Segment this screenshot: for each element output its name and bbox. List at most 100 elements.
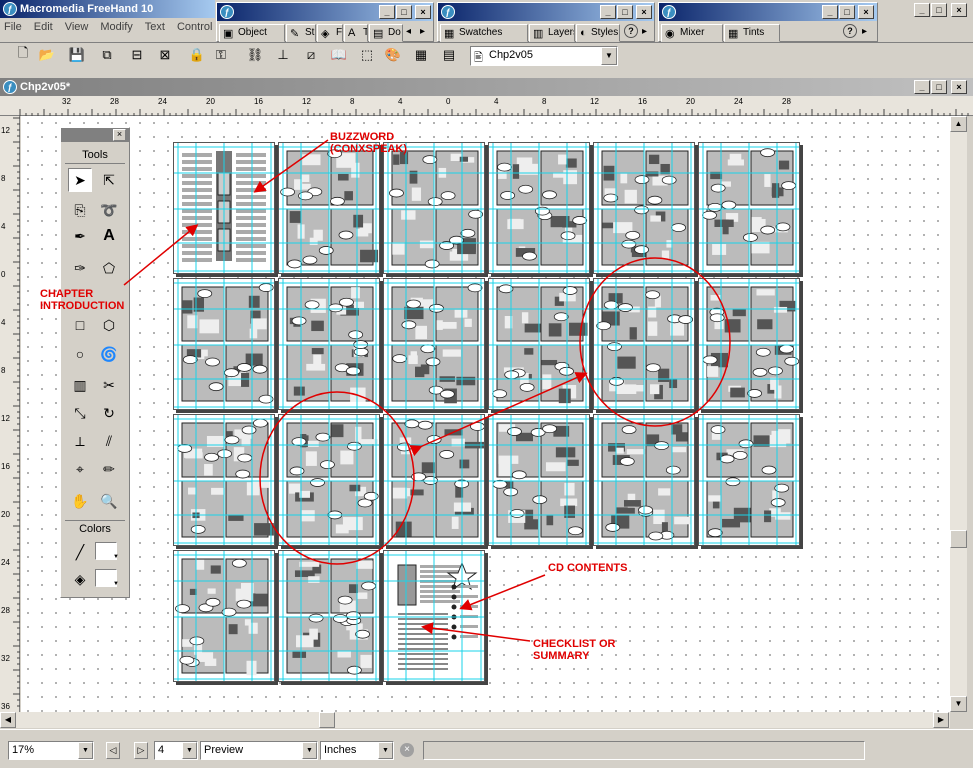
panel-menu-icon[interactable]: ▸ xyxy=(862,26,867,37)
vertical-scroll-thumb[interactable] xyxy=(950,530,967,548)
rotate-tool-icon[interactable]: ↻ xyxy=(97,401,121,425)
knife-tool-icon[interactable]: ✂ xyxy=(97,373,121,397)
maximize-icon[interactable]: □ xyxy=(617,5,633,19)
tab-document[interactable]: ▤ Do xyxy=(369,24,403,42)
page-thumbnail[interactable] xyxy=(593,278,695,410)
pointer-tool-icon[interactable]: ➤ xyxy=(68,168,92,192)
tab-fill[interactable]: ◈Fi xyxy=(317,24,343,42)
reflect-tool-icon[interactable]: ⟂ xyxy=(68,429,92,453)
tab-object[interactable]: ▣ Object xyxy=(219,24,285,42)
lock-icon[interactable]: 🔒 xyxy=(186,44,208,66)
next-page-icon[interactable]: ▷ xyxy=(134,742,148,759)
page-thumbnail[interactable] xyxy=(488,414,590,546)
view-mode-select[interactable]: Preview ▼ xyxy=(200,741,318,760)
doc-maximize-icon[interactable]: □ xyxy=(931,80,947,94)
page-thumbnail[interactable] xyxy=(488,142,590,274)
horizontal-scroll-thumb[interactable] xyxy=(319,712,335,728)
scroll-down-icon[interactable]: ▼ xyxy=(950,696,967,712)
page-tool-icon[interactable]: ⎘ xyxy=(68,198,92,222)
menu-edit[interactable]: Edit xyxy=(34,21,53,33)
export-icon[interactable]: ⊟ xyxy=(126,44,148,66)
new-document-icon[interactable]: 🗋 xyxy=(12,44,34,66)
page-thumbnail[interactable] xyxy=(278,414,380,546)
help-icon[interactable]: ? xyxy=(843,24,857,38)
text-tool-icon[interactable]: A xyxy=(97,224,121,248)
units-select[interactable]: Inches ▼ xyxy=(320,741,394,760)
scroll-left-icon[interactable]: ◀ xyxy=(0,712,16,728)
gradient-tool-icon[interactable]: ▥ xyxy=(68,373,92,397)
close-icon[interactable]: × xyxy=(858,5,874,19)
tab-mixer[interactable]: ◉ Mixer xyxy=(661,24,723,42)
subselect-tool-icon[interactable]: ⇱ xyxy=(97,168,121,192)
chevron-down-icon[interactable]: ▼ xyxy=(78,742,93,759)
page-thumbnail[interactable] xyxy=(488,278,590,410)
import-icon[interactable]: ⧉ xyxy=(96,44,118,66)
swatches-toolbar-icon[interactable]: ▦ xyxy=(410,44,432,66)
doc-close-icon[interactable]: × xyxy=(951,80,967,94)
help-icon[interactable]: ? xyxy=(624,24,638,38)
page-thumbnail[interactable] xyxy=(278,550,380,682)
polygon-tool-icon[interactable]: ⬡ xyxy=(97,313,121,337)
tab-stroke[interactable]: ✎ St xyxy=(286,24,316,42)
page-thumbnail[interactable] xyxy=(383,550,485,682)
save-icon[interactable]: 💾 xyxy=(66,44,88,66)
page-thumbnail[interactable] xyxy=(383,278,485,410)
close-icon[interactable]: × xyxy=(415,5,431,19)
page-thumbnail[interactable] xyxy=(698,278,800,410)
bezigon-tool-icon[interactable]: ⬠ xyxy=(97,256,121,280)
app-title-bar[interactable]: ƒ Macromedia FreeHand 10 xyxy=(0,0,215,18)
app-close-icon[interactable]: × xyxy=(951,3,967,17)
tab-layers[interactable]: ▥Layers xyxy=(529,24,575,42)
maximize-icon[interactable]: □ xyxy=(396,5,412,19)
document-title-bar[interactable]: ƒ Chp2v05* xyxy=(0,78,973,96)
eyedropper-tool-icon[interactable]: ✒ xyxy=(68,224,92,248)
page-select[interactable]: 4 ▼ xyxy=(154,741,198,760)
app-minimize-icon[interactable]: _ xyxy=(914,3,930,17)
menu-view[interactable]: View xyxy=(65,21,89,33)
tab-scroll-left-icon[interactable]: ◂ xyxy=(406,26,411,37)
vertical-scrollbar[interactable]: ▲ ▼ xyxy=(950,116,967,712)
tab-text[interactable]: AT xyxy=(344,24,368,42)
previous-page-icon[interactable]: ◁ xyxy=(106,742,120,759)
chevron-down-icon[interactable]: ▼ xyxy=(113,554,119,560)
page-thumbnail[interactable] xyxy=(383,142,485,274)
close-icon[interactable]: × xyxy=(636,5,652,19)
lasso-tool-icon[interactable]: ➰ xyxy=(97,198,121,222)
page-thumbnail[interactable] xyxy=(173,142,275,274)
tab-scroll-right-icon[interactable]: ▸ xyxy=(420,26,425,37)
page-thumbnail[interactable] xyxy=(698,414,800,546)
panel-menu-icon[interactable]: ▸ xyxy=(642,26,647,37)
close-icon[interactable]: × xyxy=(113,129,126,141)
page-thumbnail[interactable] xyxy=(173,278,275,410)
chevron-down-icon[interactable]: ▼ xyxy=(378,742,393,759)
skew-tool-icon[interactable]: ⫽ xyxy=(97,429,121,453)
tab-tints[interactable]: ▦ Tints xyxy=(724,24,780,42)
menu-file[interactable]: File xyxy=(4,21,22,33)
scale-tool-icon[interactable]: ⤡ xyxy=(68,401,92,425)
tints-toolbar-icon[interactable]: ▤ xyxy=(438,44,460,66)
page-thumbnail[interactable] xyxy=(278,142,380,274)
page-thumbnail[interactable] xyxy=(593,414,695,546)
top-ruler[interactable]: 32 28 24 20 16 12 8 4 0 4 8 12 16 20 24 28 xyxy=(0,96,973,116)
tab-styles[interactable]: ◐ Styles xyxy=(576,24,620,42)
menu-control[interactable]: Control xyxy=(177,21,212,33)
page-thumbnail[interactable] xyxy=(698,142,800,274)
pen-tool-icon[interactable]: ✑ xyxy=(68,256,92,280)
scroll-up-icon[interactable]: ▲ xyxy=(950,116,967,132)
stop-render-icon[interactable]: × xyxy=(400,743,414,757)
transform-icon[interactable]: ⧄ xyxy=(300,44,322,66)
chevron-down-icon[interactable]: ▼ xyxy=(113,581,119,587)
symbols-icon[interactable]: ⬚ xyxy=(356,44,378,66)
link-icon[interactable]: ⛓ xyxy=(244,44,266,66)
publish-icon[interactable]: ⊠ xyxy=(154,44,176,66)
zoom-select[interactable]: 17% ▼ xyxy=(8,741,94,760)
color-palette-icon[interactable]: 🎨 xyxy=(382,44,404,66)
align-icon[interactable]: ⊥ xyxy=(272,44,294,66)
maximize-icon[interactable]: □ xyxy=(839,5,855,19)
menu-text[interactable]: Text xyxy=(145,21,165,33)
pencil-tool-icon[interactable]: ✏ xyxy=(97,457,121,481)
ellipse-tool-icon[interactable]: ○ xyxy=(68,342,92,366)
horizontal-scrollbar[interactable]: ◀ ▶ xyxy=(0,712,950,728)
minimize-icon[interactable]: _ xyxy=(600,5,616,19)
page-thumbnail[interactable] xyxy=(173,550,275,682)
